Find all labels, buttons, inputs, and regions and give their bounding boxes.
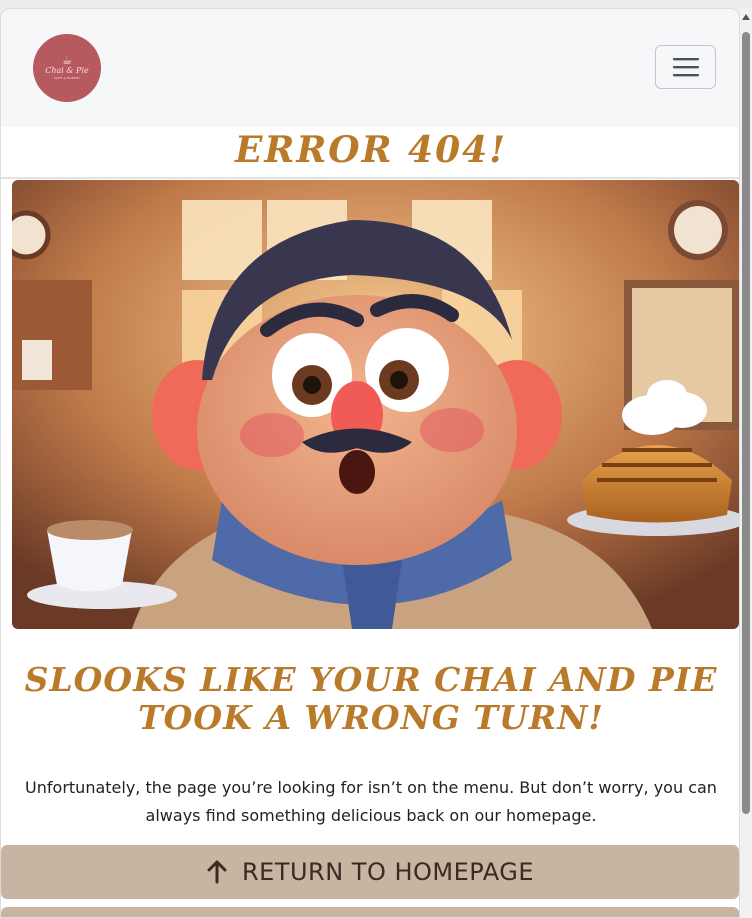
baker-illustration xyxy=(12,180,739,629)
error-illustration xyxy=(12,180,739,629)
browser-viewport: ☕ Chai & Pie CAFE & BAKERY ERROR 404! SL… xyxy=(0,8,740,918)
navbar-toggle-button[interactable] xyxy=(655,45,716,89)
hamburger-menu-icon xyxy=(672,58,699,77)
arrow-up-icon xyxy=(207,860,227,884)
scrollbar-thumb[interactable] xyxy=(742,32,750,814)
error-heading: SLOOKS LIKE YOUR CHAI AND PIE TOOK A WRO… xyxy=(24,660,718,737)
page-title: ERROR 404! xyxy=(234,129,508,171)
next-button-edge xyxy=(1,907,739,917)
scrollbar[interactable] xyxy=(740,8,752,918)
return-to-homepage-label: RETURN TO HOMEPAGE xyxy=(241,858,534,886)
site-logo[interactable]: ☕ Chai & Pie CAFE & BAKERY xyxy=(33,34,101,102)
error-title-bar: ERROR 404! xyxy=(1,127,739,179)
navbar: ☕ Chai & Pie CAFE & BAKERY xyxy=(1,9,739,127)
error-message: Unfortunately, the page you’re looking f… xyxy=(25,778,717,825)
logo-subtitle: CAFE & BAKERY xyxy=(53,76,81,80)
return-to-homepage-button[interactable]: RETURN TO HOMEPAGE xyxy=(1,845,739,899)
teacup-icon: ☕ xyxy=(62,54,72,67)
scroll-up-arrow-icon[interactable] xyxy=(742,14,750,20)
logo-brand-text: Chai & Pie xyxy=(45,66,89,75)
